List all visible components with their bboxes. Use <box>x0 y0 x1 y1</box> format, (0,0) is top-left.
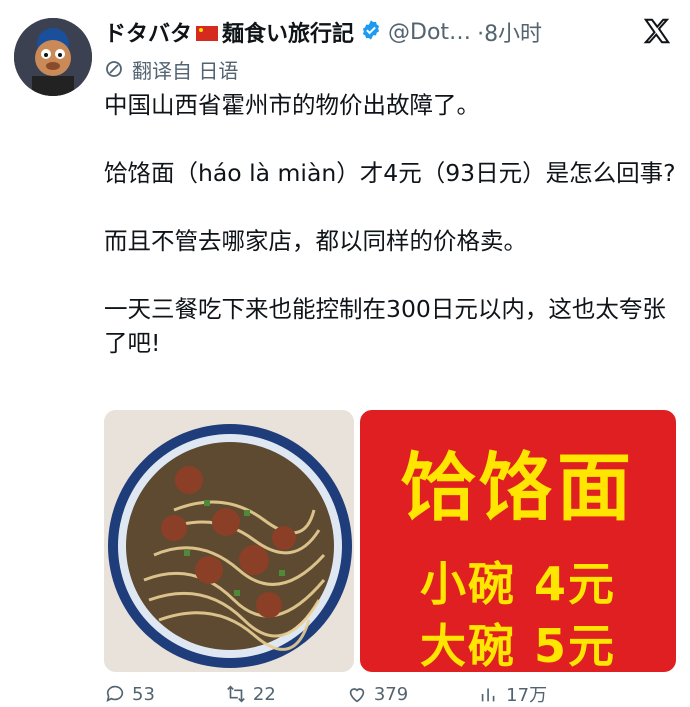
avatar[interactable] <box>14 18 92 96</box>
x-logo-icon[interactable] <box>642 16 672 46</box>
translate-label[interactable]: 翻译自 日语 <box>132 55 238 84</box>
sign-title: 饸饹面 <box>401 445 635 531</box>
timestamp[interactable]: ·8小时 <box>477 16 542 48</box>
sign-small-bowl-price: 小碗 4元 <box>419 557 617 611</box>
heart-icon <box>349 688 365 703</box>
tweet-actions: 53 22 379 17万 <box>104 683 670 706</box>
like-count: 379 <box>373 683 409 705</box>
translate-icon <box>106 61 122 77</box>
time-text[interactable]: 8小时 <box>484 22 542 47</box>
author-name-part1[interactable]: ドタバタ <box>104 22 192 47</box>
china-flag-icon <box>196 25 219 41</box>
verified-badge-icon <box>362 20 380 40</box>
retweet-button[interactable]: 22 <box>225 683 276 705</box>
media-image-price-sign[interactable]: 饸饹面 小碗 4元 大碗 5元 <box>360 410 676 672</box>
noodle-bowl-photo <box>104 410 354 672</box>
views-chart-icon <box>481 688 495 702</box>
translation-indicator[interactable]: 翻译自 日语 <box>104 54 238 84</box>
author-name[interactable]: ドタバタ 麺食い旅行記 <box>104 16 354 48</box>
retweet-count: 22 <box>252 683 276 705</box>
author-handle[interactable]: @Dot… <box>388 20 471 45</box>
views-button[interactable]: 17万 <box>478 684 548 706</box>
like-button[interactable]: 379 <box>346 683 409 705</box>
sign-large-bowl-price: 大碗 5元 <box>419 619 617 672</box>
paragraph-2: 饸饹面（háo là miàn）才4元（93日元）是怎么回事? <box>104 159 676 187</box>
reply-button[interactable]: 53 <box>104 683 155 705</box>
reply-icon <box>106 685 124 702</box>
tweet-text: 中国山西省霍州市的物价出故障了。 饸饹面（háo là miàn）才4元（93日… <box>104 88 678 360</box>
retweet-icon <box>227 685 245 703</box>
view-count: 17万 <box>506 685 548 706</box>
paragraph-3: 而且不管去哪家店，都以同样的价格卖。 <box>104 227 527 255</box>
separator: · <box>477 22 485 47</box>
author-name-part2[interactable]: 麺食い旅行記 <box>222 22 354 47</box>
reply-count: 53 <box>132 683 155 705</box>
avatar-image <box>14 18 92 96</box>
tweet-header: ドタバタ 麺食い旅行記 @Dot… ·8小时 <box>104 14 670 50</box>
paragraph-1: 中国山西省霍州市的物价出故障了。 <box>104 91 480 119</box>
media-image-noodles[interactable] <box>104 410 354 672</box>
paragraph-4: 一天三餐吃下来也能控制在300日元以内，这也太夸张了吧! <box>104 295 666 357</box>
